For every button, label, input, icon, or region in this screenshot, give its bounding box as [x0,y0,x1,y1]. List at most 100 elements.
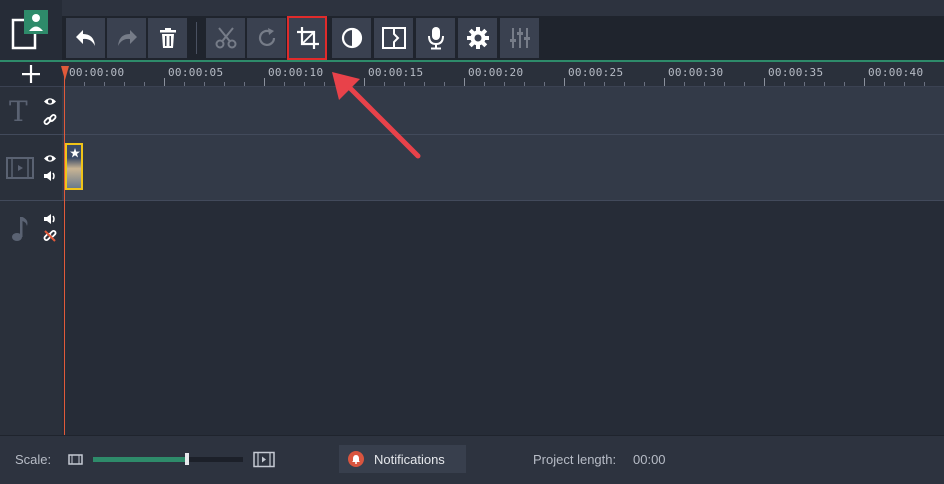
equalizer-icon [509,28,530,48]
ruler-minor-tick [824,82,825,86]
eye-icon[interactable] [43,97,57,106]
video-clip[interactable] [65,143,83,190]
speaker-icon[interactable] [43,170,57,182]
text-track[interactable] [62,87,944,135]
ruler-minor-tick [624,82,625,86]
ruler-label: 00:00:20 [468,66,524,79]
ruler-minor-tick [584,82,585,86]
ruler-major-tick [264,78,265,86]
ruler-minor-tick [524,82,525,86]
ruler-minor-tick [644,82,645,86]
bell-icon [348,451,364,467]
ruler-minor-tick [124,82,125,86]
ruler-label: 00:00:35 [768,66,824,79]
equalizer-button[interactable] [500,18,539,58]
ruler-minor-tick [304,82,305,86]
microphone-icon [427,27,444,50]
record-voice-button[interactable] [416,18,455,58]
redo-icon [117,30,137,46]
add-track-area [0,62,62,86]
video-track[interactable] [62,135,944,201]
delete-button[interactable] [148,18,187,58]
project-length-label: Project length: [533,452,617,467]
film-icon [6,157,34,179]
ruler-minor-tick [784,82,785,86]
ruler-minor-tick [204,82,205,86]
video-track-header [0,135,62,201]
zoom-in-film-icon[interactable] [253,451,275,468]
rotate-icon [258,28,275,47]
ruler-minor-tick [804,82,805,86]
color-adjust-button[interactable] [332,18,371,58]
audio-track-area[interactable] [62,201,944,435]
gear-icon [466,27,489,49]
music-note-icon [12,217,28,241]
ruler-minor-tick [284,82,285,86]
text-track-icon: T [9,95,28,128]
ruler-minor-tick [144,82,145,86]
ruler-major-tick [864,78,865,86]
trash-icon [159,28,176,48]
audio-track-header [0,201,62,251]
link-icon[interactable] [43,113,57,127]
ruler-label: 00:00:05 [168,66,224,79]
star-icon [70,148,80,158]
ruler-minor-tick [604,82,605,86]
ruler-major-tick [564,78,565,86]
ruler-minor-tick [224,82,225,86]
ruler-label: 00:00:25 [568,66,624,79]
project-length-value: 00:00 [633,452,666,467]
annotation-arrow [332,72,421,159]
playhead-line[interactable] [64,66,65,435]
undo-button[interactable] [66,18,105,58]
unlink-icon[interactable] [43,229,57,243]
ruler-label: 00:00:30 [668,66,724,79]
ruler-label: 00:00:40 [868,66,924,79]
undo-icon [75,30,95,46]
zoom-out-film-icon[interactable] [68,453,83,466]
ruler-minor-tick [724,82,725,86]
ruler-minor-tick [104,82,105,86]
scissors-icon [215,27,236,49]
ruler-minor-tick [324,82,325,86]
ruler-minor-tick [924,82,925,86]
ruler-minor-tick [244,82,245,86]
ruler-label: 00:00:00 [69,66,125,79]
ruler-minor-tick [444,82,445,86]
ruler-minor-tick [904,82,905,86]
ruler-major-tick [764,78,765,86]
app-logo [0,0,62,62]
redo-button[interactable] [107,18,146,58]
ruler-label: 00:00:10 [268,66,324,79]
ruler-minor-tick [704,82,705,86]
text-track-header: T [0,87,62,135]
notifications-label: Notifications [374,451,445,467]
scale-slider-fill [93,457,187,462]
add-track-icon[interactable] [0,62,62,86]
ruler-minor-tick [844,82,845,86]
contrast-icon [341,27,362,49]
clip-properties-button[interactable] [458,18,497,58]
rotate-button[interactable] [247,18,286,58]
ruler-minor-tick [84,82,85,86]
speaker-icon[interactable] [43,213,57,225]
ruler-major-tick [664,78,665,86]
ruler-major-tick [164,78,165,86]
eye-icon[interactable] [43,154,57,163]
ruler-minor-tick [484,82,485,86]
ruler-minor-tick [504,82,505,86]
crop-highlight-box [287,16,327,60]
ruler-minor-tick [884,82,885,86]
playhead-marker[interactable] [61,66,69,80]
scale-label: Scale: [15,452,52,467]
scale-slider-thumb[interactable] [185,453,189,465]
notifications-button[interactable]: Notifications [339,445,466,473]
transition-button[interactable] [374,18,413,58]
ruler-minor-tick [184,82,185,86]
ruler-minor-tick [744,82,745,86]
ruler-major-tick [464,78,465,86]
transition-icon [381,27,406,49]
app-logo-icon [11,10,48,50]
ruler-minor-tick [544,82,545,86]
cut-button[interactable] [206,18,245,58]
